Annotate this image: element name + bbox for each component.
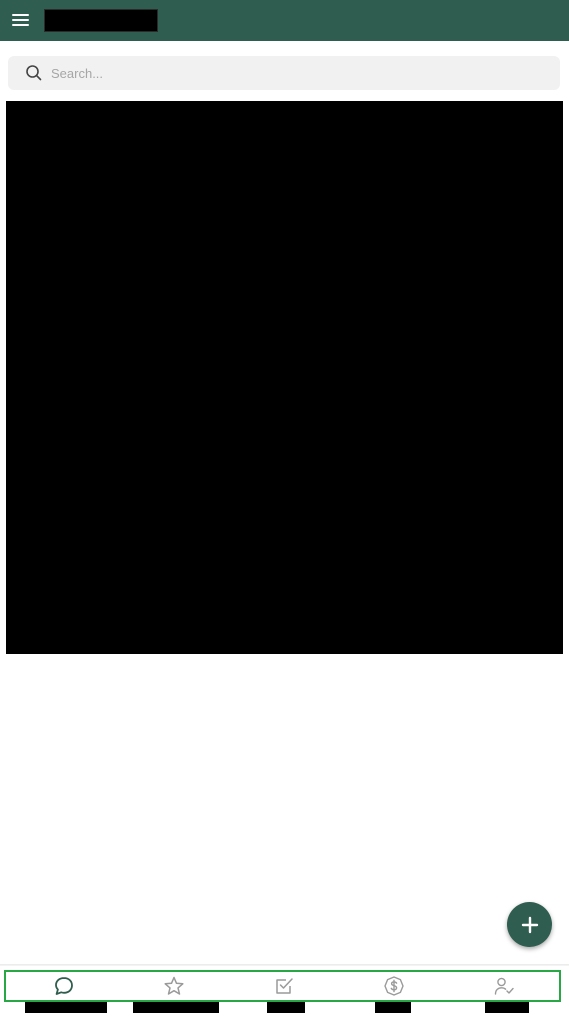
search-bar[interactable] [8,56,560,90]
nav-tab-chats[interactable] [44,972,84,1000]
nav-label-tasks-redacted [267,1002,305,1013]
content-redacted [6,101,563,654]
nav-label-payments-redacted [375,1002,411,1013]
nav-tab-contacts[interactable] [484,972,524,1000]
app-title-redacted [44,9,158,32]
user-check-icon [494,977,514,995]
nav-tab-tasks[interactable] [264,972,304,1000]
app-bar [0,0,569,41]
nav-label-contacts-redacted [485,1002,529,1013]
nav-tab-payments[interactable] [374,972,414,1000]
search-input[interactable] [51,56,551,90]
nav-label-chats-redacted [25,1002,107,1013]
dollar-coin-icon [384,976,404,996]
chat-bubble-icon [55,977,73,995]
plus-icon [521,916,538,933]
search-icon [26,65,42,81]
star-icon [164,976,184,995]
nav-tab-favorites[interactable] [154,972,194,1000]
bottom-nav-divider [0,964,569,966]
add-button[interactable] [507,902,552,947]
menu-button[interactable] [8,8,32,32]
checkbox-icon [276,978,293,994]
hamburger-menu-icon [11,14,29,16]
nav-label-favorites-redacted [133,1002,219,1013]
bottom-navigation [4,970,561,1002]
